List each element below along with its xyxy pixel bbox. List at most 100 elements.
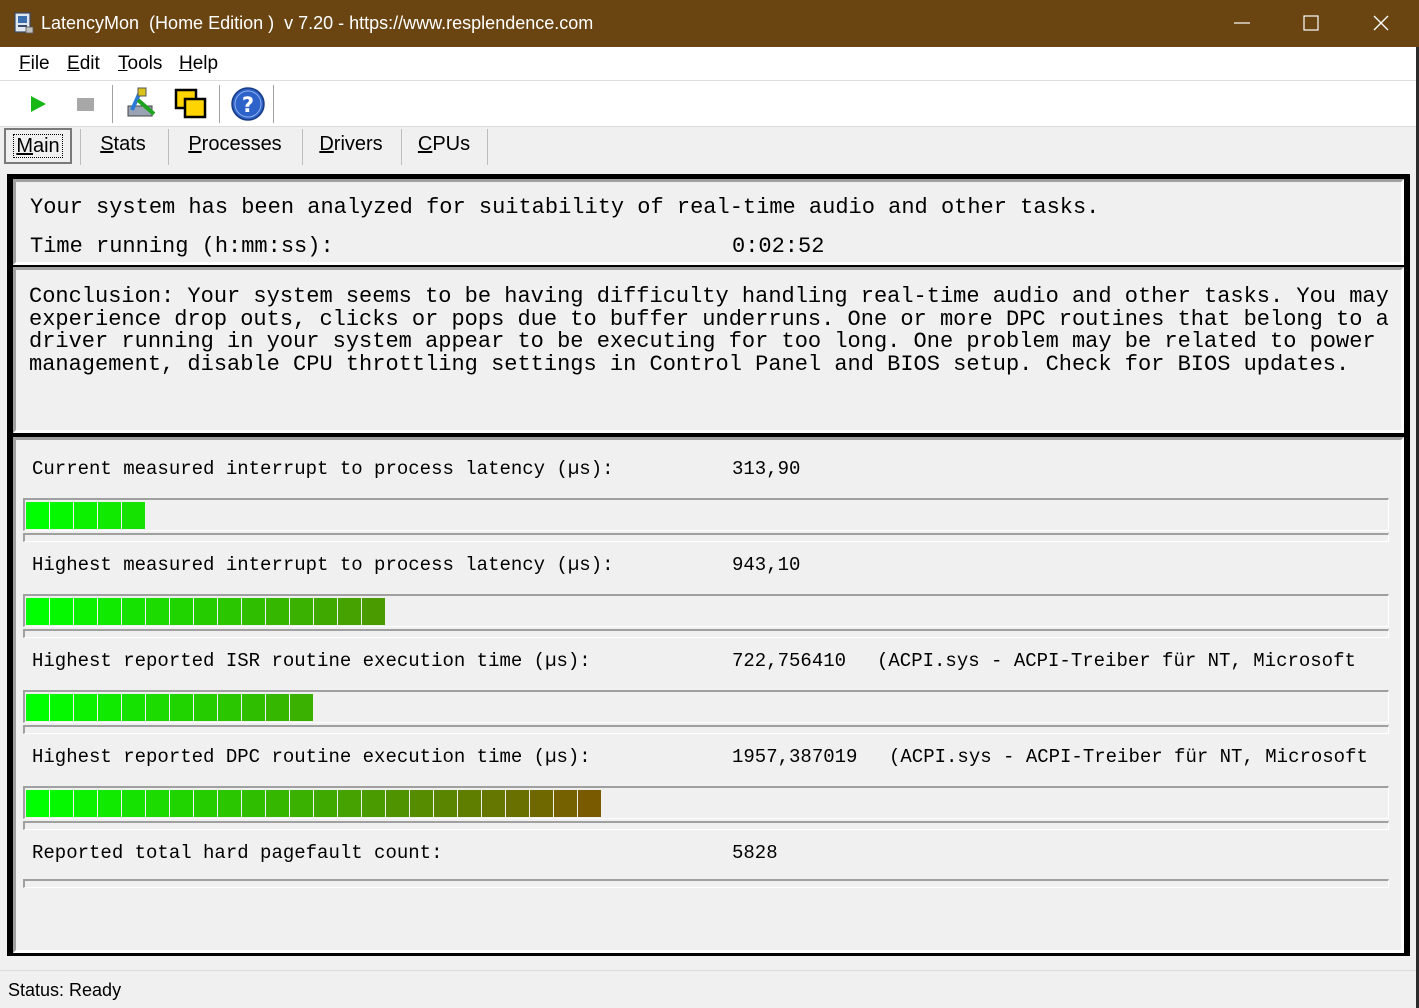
title-bar: LatencyMon (Home Edition ) v 7.20 - http… xyxy=(0,0,1419,47)
metric-value: 943,10 xyxy=(732,554,801,576)
divider xyxy=(23,821,1389,830)
bar-segment xyxy=(410,790,433,817)
tab-cpus[interactable]: CPUs xyxy=(407,127,481,165)
tools-icon xyxy=(127,87,156,117)
bar-segment xyxy=(74,694,97,721)
bar-segment xyxy=(242,598,265,625)
menu-tools[interactable]: Tools xyxy=(116,53,164,75)
bar-segment xyxy=(26,598,49,625)
bar-segment xyxy=(242,790,265,817)
bar-segment xyxy=(50,598,73,625)
bar-segment xyxy=(74,502,97,529)
bar-segment xyxy=(386,790,409,817)
metric-label: Highest reported ISR routine execution t… xyxy=(32,650,591,672)
menu-file[interactable]: File xyxy=(17,53,52,75)
bar-segment xyxy=(122,790,145,817)
bar-segment xyxy=(194,790,217,817)
toolbar-separator xyxy=(112,85,114,123)
conclusion-box: Conclusion: Your system seems to be havi… xyxy=(13,267,1404,433)
bar-segment xyxy=(50,502,73,529)
tools-button[interactable] xyxy=(124,86,160,122)
time-running-label: Time running (h:mm:ss): xyxy=(30,234,334,259)
bar-segment xyxy=(218,598,241,625)
bar-segment xyxy=(26,790,49,817)
minimize-button[interactable] xyxy=(1207,0,1277,47)
analysis-summary: Your system has been analyzed for suitab… xyxy=(30,195,1100,220)
bar-segment xyxy=(266,790,289,817)
status-text: Status: Ready xyxy=(8,980,122,1000)
bar-segment xyxy=(122,694,145,721)
bar-segment xyxy=(266,694,289,721)
metric-value: 313,90 xyxy=(732,458,801,480)
metrics-box: Current measured interrupt to process la… xyxy=(13,437,1404,953)
bar-segment xyxy=(98,502,121,529)
tab-separator xyxy=(401,129,402,165)
bar-segment xyxy=(26,694,49,721)
windows-button[interactable] xyxy=(173,86,209,122)
divider xyxy=(23,629,1389,638)
tab-main[interactable]: Main xyxy=(4,128,72,164)
bar-segment xyxy=(338,598,361,625)
close-icon xyxy=(1373,15,1389,31)
bar-segment xyxy=(338,790,361,817)
help-button[interactable]: ? xyxy=(230,86,266,122)
tab-separator xyxy=(302,129,303,165)
close-button[interactable] xyxy=(1346,0,1416,47)
bar-segment xyxy=(578,790,601,817)
latency-bar-fill xyxy=(26,502,146,529)
metric-label: Highest reported DPC routine execution t… xyxy=(32,746,591,768)
tab-stats[interactable]: Stats xyxy=(86,127,160,165)
metric-label: Current measured interrupt to process la… xyxy=(32,458,614,480)
maximize-icon xyxy=(1303,15,1319,31)
metric-label: Reported total hard pagefault count: xyxy=(32,842,443,864)
bar-segment xyxy=(506,790,529,817)
summary-box: Your system has been analyzed for suitab… xyxy=(13,179,1404,265)
bar-segment xyxy=(98,790,121,817)
menu-help[interactable]: Help xyxy=(177,53,220,75)
bar-segment xyxy=(290,790,313,817)
conclusion-text: Conclusion: Your system seems to be havi… xyxy=(29,284,1389,377)
stop-monitor-button[interactable] xyxy=(67,86,103,122)
latencymon-app-icon[interactable] xyxy=(14,12,34,34)
tab-processes[interactable]: Processes xyxy=(174,127,296,165)
bar-segment xyxy=(290,694,313,721)
bar-segment xyxy=(146,790,169,817)
bar-segment xyxy=(314,790,337,817)
latency-bar xyxy=(23,498,1389,531)
bar-segment xyxy=(218,790,241,817)
maximize-button[interactable] xyxy=(1276,0,1346,47)
windows-icon xyxy=(174,88,207,119)
toolbar-separator xyxy=(273,85,275,123)
tab-drivers[interactable]: Drivers xyxy=(308,127,394,165)
bar-segment xyxy=(482,790,505,817)
bar-segment xyxy=(434,790,457,817)
metric-value: 722,756410 xyxy=(732,650,847,672)
bar-segment xyxy=(242,694,265,721)
metric-value: 5828 xyxy=(732,842,778,864)
start-monitor-button[interactable] xyxy=(20,86,56,122)
bar-segment xyxy=(170,598,193,625)
toolbar-separator xyxy=(219,85,221,123)
bar-segment xyxy=(290,598,313,625)
bar-segment xyxy=(530,790,553,817)
minimize-icon xyxy=(1234,22,1250,24)
bar-segment xyxy=(122,502,145,529)
divider xyxy=(23,879,1389,888)
bar-segment xyxy=(146,598,169,625)
tab-separator xyxy=(80,129,81,165)
bar-segment xyxy=(170,790,193,817)
latency-bar xyxy=(23,594,1389,627)
play-icon xyxy=(31,96,46,112)
bar-segment xyxy=(362,790,385,817)
bar-segment xyxy=(26,502,49,529)
menu-bar: File Edit Tools Help xyxy=(0,47,1416,81)
bar-segment xyxy=(50,790,73,817)
bar-segment xyxy=(98,598,121,625)
bar-segment xyxy=(554,790,577,817)
stop-icon xyxy=(77,98,94,111)
time-running-value: 0:02:52 xyxy=(732,234,825,259)
main-panel: Your system has been analyzed for suitab… xyxy=(7,174,1410,956)
tab-separator xyxy=(168,129,169,165)
menu-edit[interactable]: Edit xyxy=(65,53,102,75)
bar-segment xyxy=(146,694,169,721)
